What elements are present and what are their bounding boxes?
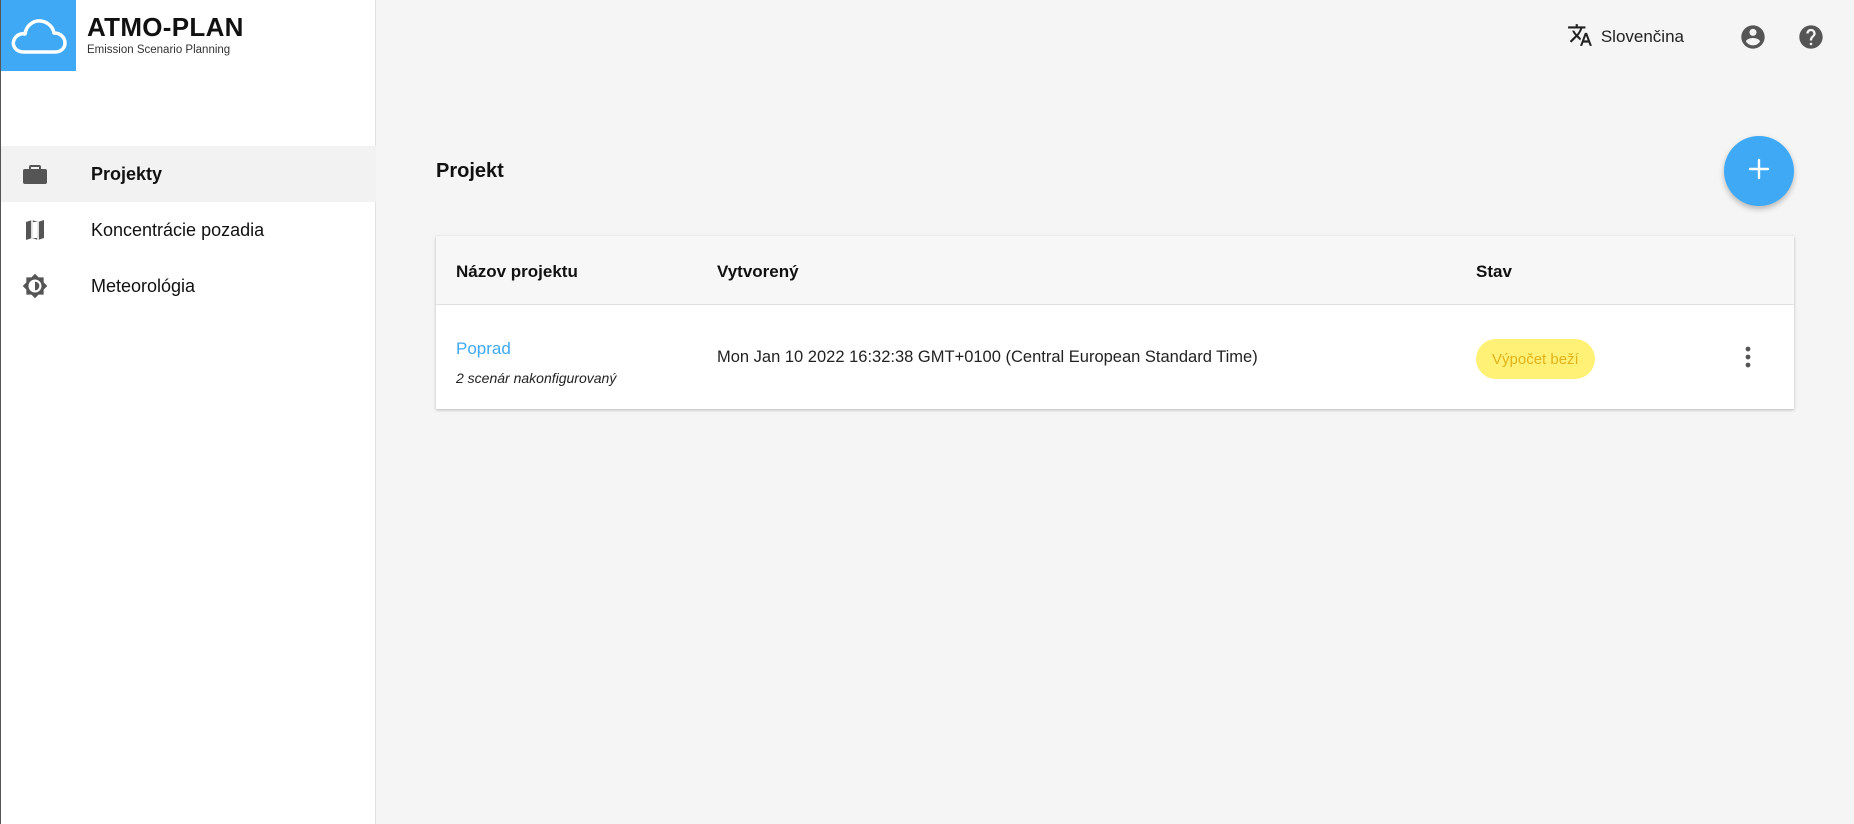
brightness-icon bbox=[22, 273, 48, 299]
project-name-link[interactable]: Poprad bbox=[456, 339, 511, 359]
top-bar: Slovenčina bbox=[1567, 20, 1826, 54]
sidebar-nav: Projekty Koncentrácie pozadia Meteorológ… bbox=[1, 146, 376, 314]
app-subtitle: Emission Scenario Planning bbox=[87, 44, 231, 56]
language-label: Slovenčina bbox=[1600, 27, 1684, 46]
help-icon[interactable] bbox=[1796, 22, 1826, 52]
project-created-date: Mon Jan 10 2022 16:32:38 GMT+0100 (Centr… bbox=[717, 348, 1258, 366]
translate-icon bbox=[1567, 22, 1593, 53]
sidebar-item-projekty[interactable]: Projekty bbox=[1, 146, 376, 202]
cloud-icon bbox=[1, 0, 76, 71]
add-project-button[interactable] bbox=[1724, 136, 1794, 206]
more-vert-icon bbox=[1745, 346, 1751, 373]
sidebar-item-label: Projekty bbox=[91, 163, 163, 184]
app-title: ATMO-PLAN bbox=[87, 12, 244, 42]
project-scenario-count: 2 scenár nakonfigurovaný bbox=[456, 370, 617, 386]
sidebar-item-meteorologia[interactable]: Meteorológia bbox=[1, 258, 376, 314]
account-icon[interactable] bbox=[1738, 22, 1768, 52]
page-title: Projekt bbox=[436, 160, 504, 182]
status-badge: Výpočet beží bbox=[1476, 339, 1595, 379]
app-logo[interactable]: ATMO-PLAN Emission Scenario Planning bbox=[1, 0, 244, 71]
plus-icon bbox=[1748, 158, 1770, 185]
sidebar: ATMO-PLAN Emission Scenario Planning Pro… bbox=[1, 0, 376, 824]
sidebar-item-label: Meteorológia bbox=[91, 275, 196, 296]
more-options-button[interactable] bbox=[1734, 344, 1762, 374]
briefcase-icon bbox=[22, 161, 48, 187]
sidebar-item-koncentracie[interactable]: Koncentrácie pozadia bbox=[1, 202, 376, 258]
table-row: Poprad 2 scenár nakonfigurovaný Mon Jan … bbox=[436, 236, 1794, 409]
sidebar-item-label: Koncentrácie pozadia bbox=[91, 219, 265, 240]
language-selector[interactable]: Slovenčina bbox=[1567, 22, 1684, 53]
map-icon bbox=[22, 217, 48, 243]
